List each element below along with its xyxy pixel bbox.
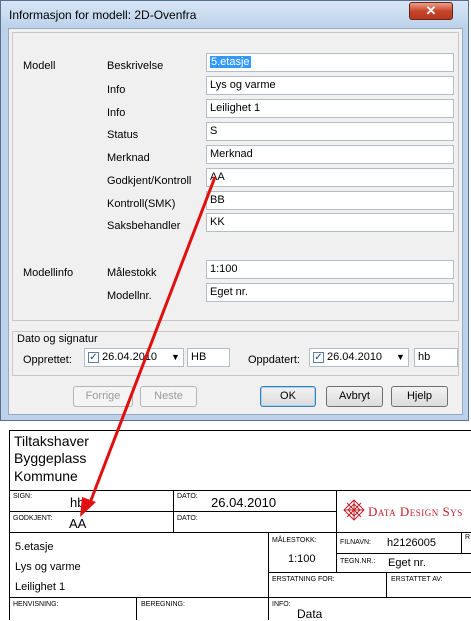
model-info-dialog: Informasjon for modell: 2D-Ovenfra ✕ Mod… — [0, 0, 469, 421]
company-name: Data Design Sys — [368, 504, 463, 519]
help-button[interactable]: Hjelp — [391, 386, 448, 407]
field-label-beskrivelse: Beskrivelse — [107, 60, 164, 72]
drawing-value: Eget nr. — [388, 557, 426, 569]
scale-value: 1:100 — [288, 553, 316, 565]
date-signature-group: Dato og signatur Opprettet: ✓ 26.04.2010… — [12, 331, 459, 376]
divider — [10, 532, 471, 533]
divider — [461, 532, 462, 553]
divider — [268, 532, 269, 620]
divider — [10, 597, 471, 598]
scale-label: MÅLESTOKK: — [272, 537, 317, 544]
divider — [10, 490, 471, 491]
field-label-info-2: Info — [107, 107, 126, 119]
approved-date-label: DATO: — [177, 515, 198, 522]
godkjent-field[interactable]: AA — [206, 168, 454, 187]
dialog-body: Modell Modellinfo Beskrivelse 5.etasje I… — [8, 28, 463, 415]
drawing-label: TEGN.NR.: — [340, 558, 376, 565]
chevron-down-icon[interactable]: ▼ — [396, 349, 405, 366]
approved-value: AA — [69, 516, 87, 531]
description-line-1: 5.etasje — [15, 541, 54, 553]
divider — [136, 597, 137, 620]
client-line-1: Tiltakshaver — [14, 433, 89, 449]
field-label-merknad: Merknad — [107, 152, 150, 164]
date-group-title: Dato og signatur — [17, 333, 100, 345]
beskrivelse-field[interactable]: 5.etasje — [206, 53, 454, 72]
divider — [268, 572, 471, 573]
title-block: Tiltakshaver Byggeplass Kommune SIGN: hb… — [9, 430, 471, 621]
field-label-status: Status — [107, 129, 139, 141]
ok-button[interactable]: OK — [260, 386, 316, 407]
dialog-title: Informasjon for modell: 2D-Ovenfra — [9, 8, 197, 22]
modellnr-field[interactable]: Eget nr. — [206, 283, 454, 302]
description-line-3: Leilighet 1 — [15, 581, 66, 593]
updated-date-picker[interactable]: ✓ 26.04.2010 ▼ — [309, 348, 409, 367]
saksbehandler-field[interactable]: KK — [206, 213, 454, 232]
approved-label: GODKJENT: — [13, 515, 53, 522]
created-checkbox[interactable]: ✓ — [88, 352, 99, 363]
updated-sign-field[interactable]: hb — [414, 348, 458, 367]
client-line-2: Byggeplass — [14, 450, 87, 466]
created-date-picker[interactable]: ✓ 26.04.2010 ▼ — [84, 348, 184, 367]
field-label-info-1: Info — [107, 84, 126, 96]
field-label-kontroll: Kontroll(SMK) — [107, 198, 176, 210]
section-label-model: Modell — [23, 60, 56, 72]
created-sign-field[interactable]: HB — [187, 348, 230, 367]
created-label: Opprettet: — [23, 354, 72, 366]
r-label: R — [465, 534, 471, 541]
malestokk-field[interactable]: 1:100 — [206, 260, 454, 279]
company-logo-icon — [343, 499, 365, 521]
cancel-button[interactable]: Avbryt — [326, 386, 383, 407]
close-button[interactable]: ✕ — [409, 2, 453, 20]
sign-label: SIGN: — [13, 493, 33, 500]
date-label: DATO: — [177, 493, 198, 500]
divider — [336, 490, 337, 573]
sign-value: hb — [70, 495, 85, 510]
field-label-saksbehandler: Saksbehandler — [107, 220, 181, 232]
reference-label: HENVISNING: — [13, 601, 59, 608]
field-label-modellnr: Modellnr. — [107, 290, 152, 302]
info-label: INFO: — [272, 601, 291, 608]
field-label-godkjent: Godkjent/Kontroll — [107, 175, 192, 187]
updated-checkbox[interactable]: ✓ — [313, 352, 324, 363]
prev-button[interactable]: Forrige — [73, 386, 133, 407]
updated-date-value: 26.04.2010 — [327, 351, 383, 363]
date-value: 26.04.2010 — [211, 495, 277, 510]
beskrivelse-value: 5.etasje — [210, 56, 251, 68]
chevron-down-icon[interactable]: ▼ — [171, 349, 180, 366]
model-group: Modell Modellinfo Beskrivelse 5.etasje I… — [12, 32, 459, 321]
section-label-modelinfo: Modellinfo — [23, 267, 74, 279]
created-date-value: 26.04.2010 — [102, 351, 158, 363]
divider — [173, 490, 174, 532]
kontroll-field[interactable]: BB — [206, 191, 454, 210]
updated-label: Oppdatert: — [248, 354, 300, 366]
replaces-label: ERSTATNING FOR: — [272, 576, 335, 583]
merknad-field[interactable]: Merknad — [206, 145, 454, 164]
replaced-label: ERSTATTET AV: — [391, 576, 443, 583]
field-label-malestokk: Målestokk — [107, 267, 157, 279]
calc-label: BEREGNING: — [141, 601, 185, 608]
divider — [386, 572, 387, 597]
description-line-2: Lys og varme — [15, 561, 81, 573]
info-field-1[interactable]: Lys og varme — [206, 76, 454, 95]
file-label: FILNAVN: — [340, 539, 371, 546]
info-field-2[interactable]: Leilighet 1 — [206, 99, 454, 118]
status-field[interactable]: S — [206, 122, 454, 141]
client-line-3: Kommune — [14, 468, 78, 484]
file-value: h2126005 — [387, 537, 436, 549]
close-icon: ✕ — [425, 3, 437, 18]
next-button[interactable]: Neste — [140, 386, 197, 407]
dialog-titlebar[interactable]: Informasjon for modell: 2D-Ovenfra ✕ — [1, 1, 468, 27]
divider — [336, 553, 471, 554]
